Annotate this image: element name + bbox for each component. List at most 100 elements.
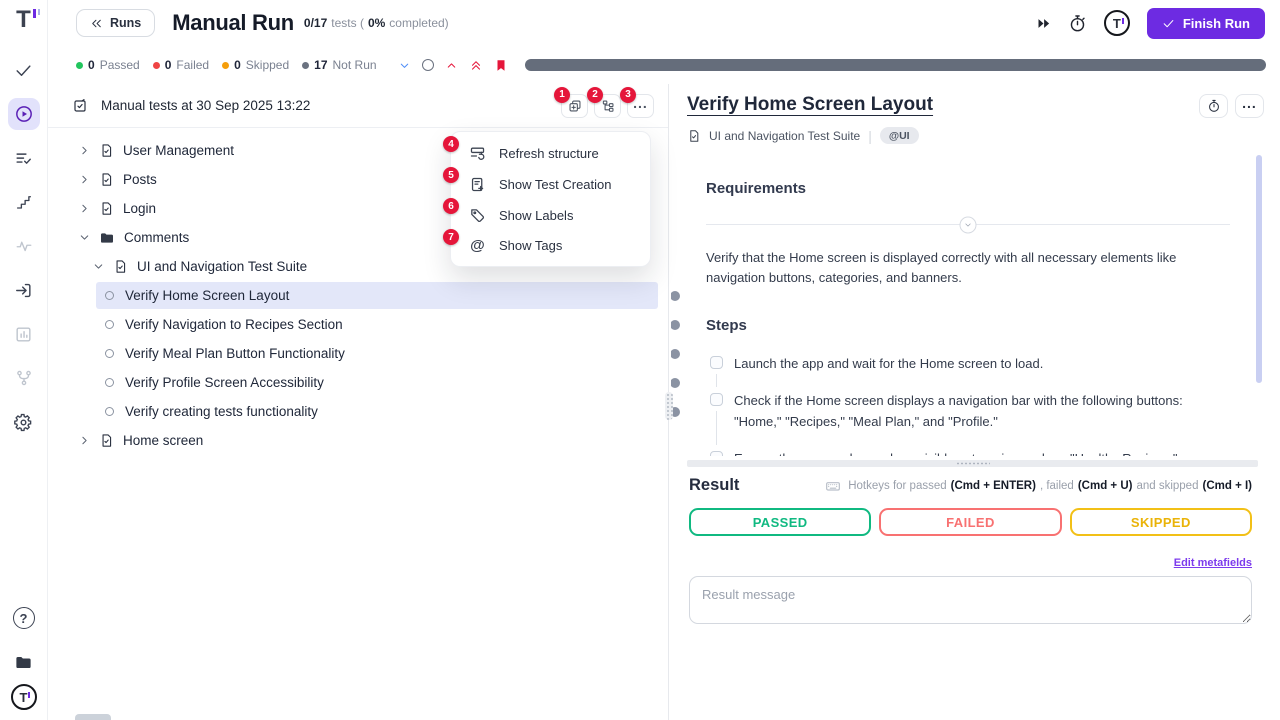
sidebar-item-milestones[interactable] [8,186,40,218]
sidebar-item-plans[interactable] [8,142,40,174]
step-text: Check if the Home screen displays a navi… [734,393,1183,428]
sidebar-item-import[interactable] [8,274,40,306]
play-circle-icon [14,104,34,124]
tour-badge-7: 7 [443,229,459,245]
check-icon [14,61,33,80]
passed-button[interactable]: PASSED [689,508,871,536]
not-run-dot-icon [302,62,309,69]
chevron-up-icon[interactable] [445,59,458,72]
requirements-text: Verify that the Home screen is displayed… [706,248,1236,288]
tree-more-button[interactable]: 3 ... [627,94,654,118]
clipboard-check-icon [72,98,88,114]
tree-item-label: Comments [124,230,189,245]
tree-item-home-screen[interactable]: Home screen [48,427,668,454]
sidebar-item-settings[interactable] [8,406,40,438]
detail-scrollbar[interactable] [1256,155,1262,383]
failed-button[interactable]: FAILED [879,508,1061,536]
chevron-down-icon[interactable] [78,231,92,244]
left-rail: T ? T [0,0,48,720]
refresh-structure-icon [469,145,486,162]
skipped-button[interactable]: SKIPPED [1070,508,1252,536]
circle-status-icon[interactable] [422,59,434,71]
step-text: Ensure the screen shows clear, visible c… [734,451,1178,456]
help-icon: ? [13,607,35,629]
tree-item-label: UI and Navigation Test Suite [137,259,307,274]
help-button[interactable]: ? [8,602,40,634]
page-title: Manual Run [172,10,294,36]
menu-item-label: Show Tags [499,238,562,253]
sidebar-item-reports[interactable] [8,318,40,350]
chevron-right-icon[interactable] [78,144,92,157]
tree-item-verify-home-screen-layout[interactable]: Verify Home Screen Layout [96,282,658,309]
test-status-circle-icon [105,378,114,387]
double-chevron-up-icon[interactable] [469,58,483,72]
legend-skipped: 0 Skipped [222,58,289,72]
tour-badge-5: 5 [443,167,459,183]
step-checkbox[interactable] [710,393,723,406]
edit-metafields-link[interactable]: Edit metafields [1174,557,1252,569]
duplicate-plus-icon [568,99,582,113]
test-timer-button[interactable] [1199,94,1228,118]
tour-badge-6: 6 [443,198,459,214]
menu-item-show-labels[interactable]: 6 Show Labels [451,200,650,231]
library-button[interactable] [8,646,40,678]
tree-structure-button[interactable]: 2 [594,94,621,118]
tree-item-verify-navigation-recipes[interactable]: Verify Navigation to Recipes Section [96,311,658,338]
legend-failed: 0 Failed [153,58,209,72]
chevron-down-icon[interactable] [92,260,106,273]
timer-icon[interactable] [1068,14,1087,33]
tree-item-verify-profile-accessibility[interactable]: Verify Profile Screen Accessibility [96,369,658,396]
tree-structure-icon [601,99,615,113]
branch-icon [15,369,33,387]
skipped-dot-icon [222,62,229,69]
passed-dot-icon [76,62,83,69]
fast-forward-icon[interactable] [1036,16,1051,31]
bottom-scroll-pill[interactable] [75,714,111,720]
menu-item-show-tags[interactable]: 7 @ Show Tags [451,231,650,260]
keyboard-icon [825,478,841,494]
tree-item-verify-creating-tests[interactable]: Verify creating tests functionality [96,398,658,425]
chevron-down-icon[interactable] [398,59,411,72]
step-checkbox[interactable] [710,451,723,456]
folder-icon [99,230,115,246]
test-tag-badge[interactable]: @UI [880,127,919,144]
tree-item-label: User Management [123,143,234,158]
workspace-logo-icon: T [20,691,28,704]
chevron-right-icon[interactable] [78,434,92,447]
step-checkbox[interactable] [710,356,723,369]
failed-dot-icon [153,62,160,69]
result-resize-handle[interactable] [687,460,1258,467]
menu-item-refresh-structure[interactable]: 4 Refresh structure [451,138,650,169]
result-message-input[interactable] [689,576,1252,624]
app-logo: T [16,8,31,32]
test-meta: UI and Navigation Test Suite | @UI [687,127,1280,144]
main-content: Manual tests at 30 Sep 2025 13:22 1 2 3 … [48,84,1280,720]
back-to-runs-button[interactable]: Runs [76,9,155,37]
sidebar-item-tests[interactable] [8,54,40,86]
check-icon [1162,17,1175,30]
duplicate-run-button[interactable]: 1 [561,94,588,118]
sidebar-item-branches[interactable] [8,362,40,394]
suite-file-icon [687,129,701,143]
chevron-right-icon[interactable] [78,173,92,186]
meta-separator: | [868,128,872,144]
run-progress-bar [525,59,1266,71]
test-suite-link[interactable]: UI and Navigation Test Suite [709,129,860,143]
collapse-circle-button[interactable] [960,216,977,233]
menu-item-show-test-creation[interactable]: 5 Show Test Creation [451,169,650,200]
run-percent: 0% [368,16,385,30]
sidebar-item-runs[interactable] [8,98,40,130]
result-heading: Result [689,476,739,495]
finish-run-button[interactable]: Finish Run [1147,8,1265,39]
hotkeys-hint: Hotkeys for passed (Cmd + ENTER) , faile… [825,478,1252,494]
chevron-right-icon[interactable] [78,202,92,215]
test-title[interactable]: Verify Home Screen Layout [687,94,933,116]
test-more-button[interactable]: ... [1235,94,1264,118]
bookmark-icon[interactable] [494,58,508,73]
tree-item-verify-meal-plan-button[interactable]: Verify Meal Plan Button Functionality [96,340,658,367]
sidebar-item-pulse[interactable] [8,230,40,262]
workspace-avatar[interactable]: T [11,684,37,710]
user-avatar[interactable]: T [1104,10,1130,36]
test-detail-panel: Verify Home Screen Layout ... UI and Nav… [671,84,1280,720]
test-status-circle-icon [105,407,114,416]
